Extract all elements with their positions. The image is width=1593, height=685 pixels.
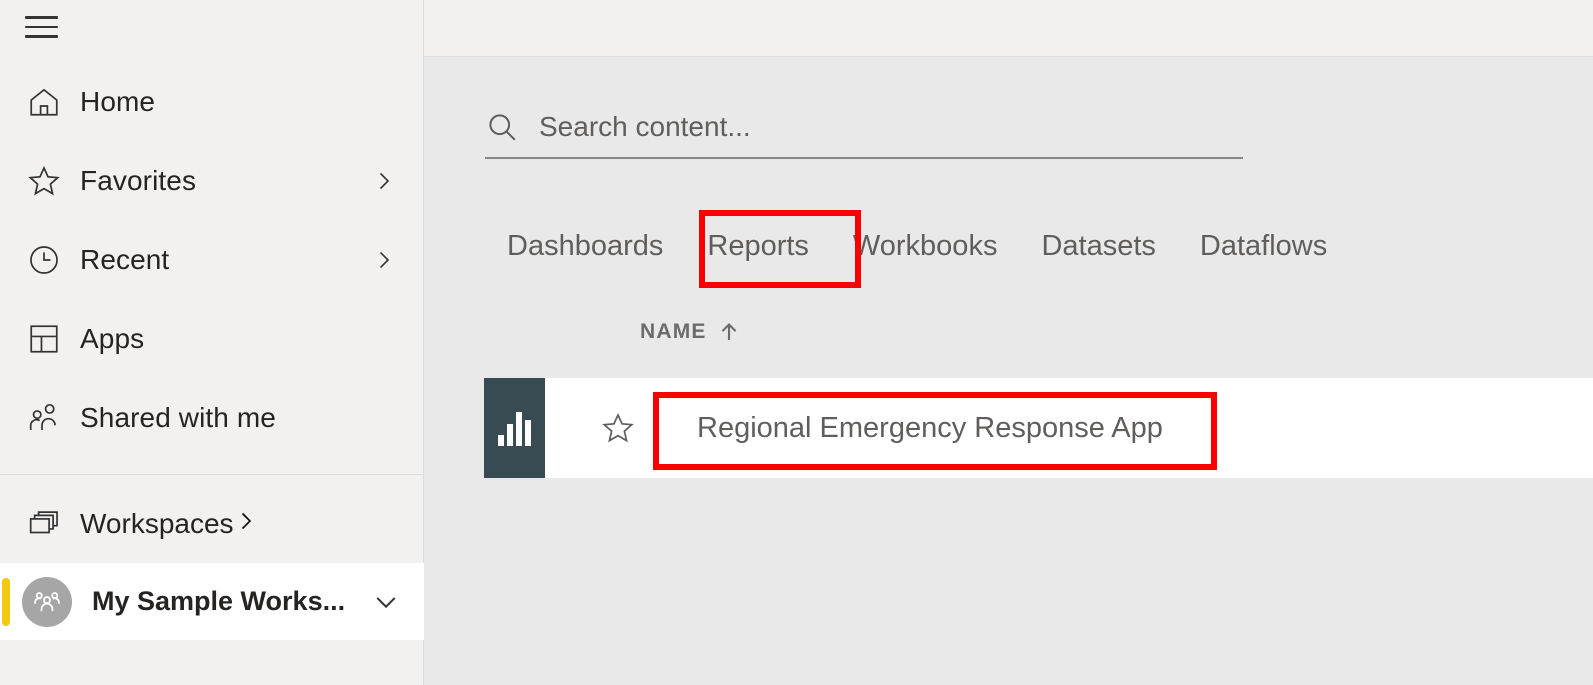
top-header-bar	[424, 0, 1593, 57]
selected-accent-bar	[2, 578, 10, 626]
clock-icon	[22, 243, 66, 277]
chevron-right-icon[interactable]	[372, 169, 396, 193]
tab-datasets[interactable]: Datasets	[1019, 220, 1177, 273]
sidebar-item-favorites[interactable]: Favorites	[0, 141, 424, 220]
home-icon	[22, 85, 66, 119]
tab-workbooks[interactable]: Workbooks	[831, 220, 1020, 273]
sidebar-item-label: Home	[80, 85, 156, 117]
tab-dataflows[interactable]: Dataflows	[1178, 220, 1349, 273]
hamburger-line	[25, 35, 58, 38]
column-header-name[interactable]: NAME	[640, 320, 707, 344]
star-icon	[22, 164, 66, 198]
left-navigation-sidebar: Home Favorites Recent Apps Shared with m…	[0, 0, 424, 685]
sidebar-item-workspaces[interactable]: Workspaces	[0, 484, 424, 563]
tab-dashboards[interactable]: Dashboards	[485, 220, 685, 273]
sidebar-item-label: Apps	[80, 322, 145, 354]
hamburger-line	[25, 25, 58, 29]
search-icon	[485, 110, 519, 144]
sidebar-item-label: Workspaces	[80, 507, 234, 539]
search-bar[interactable]	[485, 97, 1243, 159]
report-bar-chart-icon	[484, 378, 545, 478]
apps-grid-icon	[22, 322, 66, 356]
sidebar-divider	[0, 474, 424, 475]
power-bi-workspace-page: Home Favorites Recent Apps Shared with m…	[0, 0, 1593, 685]
sidebar-item-recent[interactable]: Recent	[0, 220, 424, 299]
table-column-header: NAME	[640, 319, 741, 345]
workspaces-stack-icon	[22, 507, 66, 541]
sidebar-item-label: Shared with me	[80, 401, 276, 433]
sidebar-item-my-sample-workspace[interactable]: My Sample Works...	[0, 563, 424, 640]
sidebar-item-shared-with-me[interactable]: Shared with me	[0, 378, 424, 457]
hamburger-line	[25, 16, 58, 19]
arrow-up-icon[interactable]	[717, 319, 741, 345]
group-avatar-icon	[22, 576, 72, 627]
chevron-right-icon[interactable]	[234, 509, 258, 538]
sidebar-item-label: Recent	[80, 243, 170, 275]
people-icon	[22, 401, 66, 435]
sidebar-item-label: Favorites	[80, 164, 197, 196]
search-input[interactable]	[539, 111, 1199, 143]
chevron-right-icon[interactable]	[372, 248, 396, 272]
table-row[interactable]: Regional Emergency Response App	[484, 378, 1593, 478]
chevron-down-icon[interactable]	[372, 588, 400, 616]
star-outline-icon[interactable]	[601, 411, 635, 445]
hamburger-menu-icon[interactable]	[22, 10, 62, 44]
report-name-link[interactable]: Regional Emergency Response App	[697, 412, 1163, 445]
tab-reports[interactable]: Reports	[685, 220, 831, 273]
sidebar-nav-list: Home Favorites Recent Apps Shared with m…	[0, 62, 424, 457]
main-content-area: Dashboards Reports Workbooks Datasets Da…	[425, 57, 1593, 685]
sidebar-item-apps[interactable]: Apps	[0, 299, 424, 378]
content-type-tabs: Dashboards Reports Workbooks Datasets Da…	[485, 220, 1349, 273]
sidebar-item-home[interactable]: Home	[0, 62, 424, 141]
sidebar-item-label: My Sample Works...	[92, 586, 346, 616]
